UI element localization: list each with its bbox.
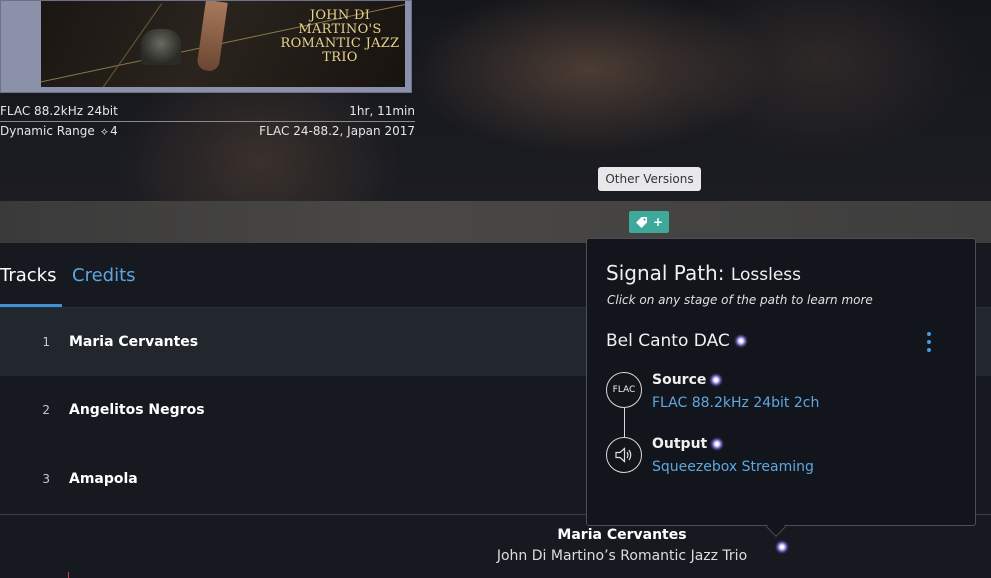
tag-strip [0, 201, 991, 243]
track-title[interactable]: Maria Cervantes [69, 334, 198, 350]
signal-path-hint: Click on any stage of the path to learn … [607, 293, 873, 307]
cover-title: JOHN DI MARTINO'S ROMANTIC JAZZ TRIO [280, 8, 400, 65]
flac-source-icon[interactable]: FLAC [606, 372, 642, 408]
signal-path-title: Signal Path: Lossless [606, 261, 801, 285]
more-options-icon[interactable] [921, 329, 937, 355]
signal-path-popup: Signal Path: Lossless Click on any stage… [586, 238, 976, 526]
active-tab-underline [0, 304, 62, 307]
album-format: FLAC 88.2kHz 24bit [0, 104, 118, 118]
stage-source-value[interactable]: FLAC 88.2kHz 24bit 2ch [652, 395, 819, 411]
track-title[interactable]: Angelitos Negros [69, 402, 205, 418]
stage-source-label: Source [652, 372, 707, 388]
signal-path-quality-icon[interactable] [775, 540, 789, 554]
stage-output[interactable]: Output [652, 436, 725, 452]
tag-icon [635, 216, 647, 228]
album-header: JOHN DI MARTINO'S ROMANTIC JAZZ TRIO FLA… [0, 0, 991, 201]
stage-output-value[interactable]: Squeezebox Streaming [652, 459, 814, 475]
quality-sparkle-icon [709, 373, 724, 387]
now-playing-artist[interactable]: John Di Martino’s Romantic Jazz Trio [0, 548, 991, 564]
other-versions-button[interactable]: Other Versions [598, 167, 701, 191]
statue-figure [141, 29, 181, 65]
stage-output-label: Output [652, 436, 708, 452]
album-meta-row-1: FLAC 88.2kHz 24bit 1hr, 11min [0, 104, 415, 122]
tab-tracks[interactable]: Tracks [0, 265, 56, 286]
track-number: 2 [42, 403, 50, 417]
track-number: 1 [42, 335, 50, 349]
track-number: 3 [42, 472, 50, 486]
track-title[interactable]: Amapola [69, 471, 138, 487]
add-tag-button[interactable]: + [629, 211, 669, 233]
tab-credits[interactable]: Credits [72, 265, 136, 286]
dynamic-range-icon: ⟡ [100, 125, 109, 138]
album-cover-image: JOHN DI MARTINO'S ROMANTIC JAZZ TRIO [41, 1, 405, 87]
playback-progress-marker [68, 572, 69, 578]
device-name: Bel Canto DAC [606, 331, 730, 351]
dynamic-range-value: 4 [110, 124, 118, 138]
album-cover[interactable]: JOHN DI MARTINO'S ROMANTIC JAZZ TRIO [0, 0, 412, 93]
album-duration: 1hr, 11min [349, 104, 415, 118]
add-tag-plus: + [652, 215, 664, 229]
signal-path-connector [624, 408, 625, 437]
signal-path-title-label: Signal Path: [606, 261, 725, 285]
dynamic-range: Dynamic Range ⟡ 4 [0, 124, 118, 139]
quality-sparkle-icon [710, 437, 725, 451]
dynamic-range-label: Dynamic Range [0, 124, 95, 138]
speaker-icon[interactable] [606, 437, 642, 473]
quality-sparkle-icon [733, 334, 748, 348]
album-meta-row-2: Dynamic Range ⟡ 4 FLAC 24-88.2, Japan 2017 [0, 124, 415, 139]
cover-leg-figure [196, 1, 228, 73]
now-playing-title[interactable]: Maria Cervantes [0, 527, 991, 543]
signal-path-device[interactable]: Bel Canto DAC [606, 331, 748, 351]
signal-path-quality: Lossless [730, 265, 802, 285]
stage-source[interactable]: Source [652, 372, 724, 388]
album-edition: FLAC 24-88.2, Japan 2017 [259, 124, 415, 138]
